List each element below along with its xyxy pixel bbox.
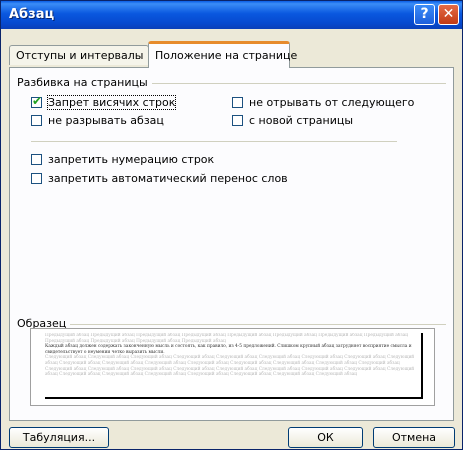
preview-box: Предыдущий абзац Предыдущий абзац Предыд… [30, 328, 435, 406]
tab-label: Отступы и интервалы [16, 49, 144, 62]
tab-panel: Разбивка на страницы ✔ Запрет висячих стр… [9, 67, 454, 421]
checkbox-label: не отрывать от следующего [249, 96, 415, 109]
tab-indents-spacing[interactable]: Отступы и интервалы [9, 45, 149, 65]
keep-lines-checkbox[interactable]: не разрывать абзац [31, 114, 164, 128]
checkbox-label: запретить автоматический перенос слов [48, 172, 288, 185]
preview-previous-paragraph: Предыдущий абзац Предыдущий абзац Предыд… [45, 333, 409, 344]
pagination-group-title: Разбивка на страницы [17, 76, 152, 89]
no-hyphenation-checkbox[interactable]: запретить автоматический перенос слов [31, 172, 288, 186]
page-break-before-checkbox[interactable]: с новой страницы [232, 114, 353, 128]
close-icon: ✕ [442, 6, 455, 22]
button-label: ОК [317, 431, 334, 444]
group-divider [70, 324, 446, 325]
button-label: Табуляция... [22, 431, 96, 444]
checkbox-box[interactable] [31, 115, 42, 126]
check-icon: ✔ [32, 94, 43, 108]
button-label: Отмена [391, 431, 437, 444]
preview-next-paragraph: Следующий абзац Следующий абзац Следующи… [45, 355, 415, 378]
tab-label: Положение на странице [155, 49, 298, 62]
close-button[interactable]: ✕ [438, 4, 459, 25]
tabs-button[interactable]: Табуляция... [9, 427, 109, 448]
checkbox-label: с новой страницы [249, 114, 354, 127]
checkbox-label: Запрет висячих строк [46, 95, 177, 110]
preview-page: Предыдущий абзац Предыдущий абзац Предыд… [45, 333, 423, 399]
separator [31, 141, 397, 142]
preview-current-paragraph: Каждый абзац должен содержать законченну… [45, 344, 412, 355]
group-divider [146, 83, 446, 84]
ok-button[interactable]: ОК [288, 427, 363, 448]
suppress-line-numbers-checkbox[interactable]: запретить нумерацию строк [31, 153, 214, 167]
checkbox-box[interactable]: ✔ [31, 94, 43, 108]
title-bar[interactable]: Абзац ? ✕ [1, 1, 462, 29]
window-title: Абзац [9, 7, 55, 22]
checkbox-box[interactable] [31, 173, 42, 184]
tab-line-page-breaks[interactable]: Положение на странице [148, 41, 297, 68]
checkbox-box[interactable] [232, 115, 243, 126]
checkbox-box[interactable] [232, 97, 243, 108]
checkbox-label: не разрывать абзац [48, 114, 164, 127]
widow-control-checkbox[interactable]: ✔ Запрет висячих строк [31, 94, 177, 110]
paragraph-dialog: Абзац ? ✕ Отступы и интервалы Положение … [0, 0, 463, 450]
help-button[interactable]: ? [414, 4, 435, 25]
keep-with-next-checkbox[interactable]: не отрывать от следующего [232, 96, 414, 110]
checkbox-label: запретить нумерацию строк [48, 153, 215, 166]
cancel-button[interactable]: Отмена [373, 427, 455, 448]
checkbox-box[interactable] [31, 154, 42, 165]
question-icon: ? [420, 6, 429, 22]
